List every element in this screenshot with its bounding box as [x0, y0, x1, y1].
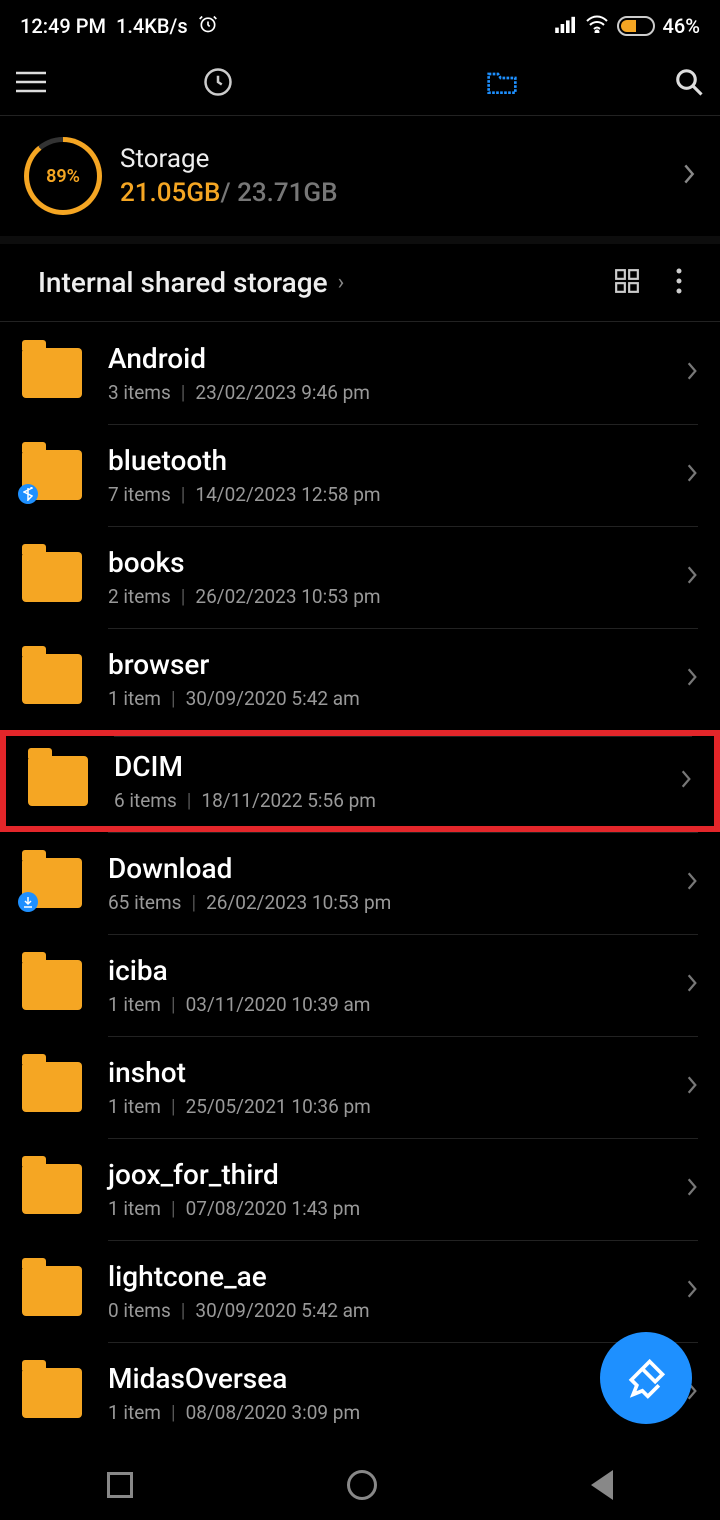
- chevron-right-icon: [686, 973, 698, 997]
- folder-item-count: 1 item: [108, 993, 161, 1016]
- nav-recent-button[interactable]: [107, 1472, 133, 1498]
- search-icon[interactable]: [674, 67, 704, 101]
- folder-icon: [22, 450, 82, 500]
- folder-date: 26/02/2023 10:53 pm: [195, 585, 380, 608]
- folder-list: Android3 items|23/02/2023 9:46 pmbluetoo…: [0, 322, 720, 1444]
- folder-row[interactable]: joox_for_third1 item|07/08/2020 1:43 pm: [0, 1138, 720, 1240]
- chevron-right-icon: [686, 463, 698, 487]
- battery-icon: [617, 16, 655, 36]
- folder-date: 18/11/2022 5:56 pm: [201, 789, 376, 812]
- chevron-right-icon: [686, 1075, 698, 1099]
- chevron-right-icon: [686, 871, 698, 895]
- folder-date: 14/02/2023 12:58 pm: [195, 483, 380, 506]
- folder-row[interactable]: bluetooth7 items|14/02/2023 12:58 pm: [0, 424, 720, 526]
- folder-row[interactable]: DCIM6 items|18/11/2022 5:56 pm: [0, 730, 720, 832]
- chevron-right-icon: [682, 163, 696, 189]
- wifi-icon: [585, 14, 609, 38]
- storage-ring: 89%: [24, 137, 102, 215]
- folder-icon: [22, 552, 82, 602]
- folder-icon: [22, 654, 82, 704]
- folder-name: lightcone_ae: [108, 1260, 686, 1293]
- folder-icon: [28, 756, 88, 806]
- folder-name: bluetooth: [108, 444, 686, 477]
- alarm-icon: [198, 14, 218, 39]
- folder-name: inshot: [108, 1056, 686, 1089]
- chevron-right-icon: [686, 1177, 698, 1201]
- folder-icon: [22, 960, 82, 1010]
- folder-row[interactable]: browser1 item|30/09/2020 5:42 am: [0, 628, 720, 730]
- view-grid-icon[interactable]: [614, 268, 640, 298]
- nav-back-button[interactable]: [591, 1470, 613, 1500]
- folder-icon: [22, 1266, 82, 1316]
- folder-row[interactable]: books2 items|26/02/2023 10:53 pm: [0, 526, 720, 628]
- folder-name: books: [108, 546, 686, 579]
- chevron-right-icon: ›: [338, 270, 345, 295]
- clean-fab[interactable]: [600, 1332, 692, 1424]
- folder-item-count: 1 item: [108, 1197, 161, 1220]
- folder-icon: [22, 858, 82, 908]
- storage-used: 21.05GB: [120, 178, 220, 208]
- folder-icon: [22, 1368, 82, 1418]
- chevron-right-icon: [686, 1279, 698, 1303]
- folder-date: 08/08/2020 3:09 pm: [186, 1401, 361, 1424]
- breadcrumb-row: Internal shared storage ›: [0, 244, 720, 322]
- download-badge-icon: [18, 892, 38, 912]
- folder-row[interactable]: Download65 items|26/02/2023 10:53 pm: [0, 832, 720, 934]
- folder-date: 30/09/2020 5:42 am: [195, 1299, 369, 1322]
- folder-date: 03/11/2020 10:39 am: [186, 993, 371, 1016]
- storage-ring-pct: 89%: [29, 142, 97, 210]
- status-bar: 12:49 PM 1.4KB/s 46%: [0, 0, 720, 52]
- folder-date: 25/05/2021 10:36 pm: [186, 1095, 371, 1118]
- folder-name: iciba: [108, 954, 686, 987]
- folder-icon: [22, 348, 82, 398]
- storage-total: 23.71GB: [237, 178, 337, 208]
- signal-icon: [555, 14, 577, 38]
- chevron-right-icon: [686, 565, 698, 589]
- folder-row[interactable]: inshot1 item|25/05/2021 10:36 pm: [0, 1036, 720, 1138]
- more-icon[interactable]: [676, 268, 682, 298]
- folder-name: DCIM: [114, 750, 680, 783]
- folder-date: 23/02/2023 9:46 pm: [195, 381, 370, 404]
- folder-item-count: 0 items: [108, 1299, 171, 1322]
- breadcrumb[interactable]: Internal shared storage: [38, 266, 328, 299]
- folder-item-count: 1 item: [108, 1095, 161, 1118]
- storage-label: Storage: [120, 144, 338, 174]
- folder-item-count: 1 item: [108, 1401, 161, 1424]
- status-net-speed: 1.4KB/s: [116, 14, 188, 38]
- folder-name: Android: [108, 342, 686, 375]
- menu-icon[interactable]: [16, 70, 46, 98]
- folder-row[interactable]: Android3 items|23/02/2023 9:46 pm: [0, 322, 720, 424]
- bluetooth-badge-icon: [18, 484, 38, 504]
- folder-date: 07/08/2020 1:43 pm: [186, 1197, 361, 1220]
- tab-recent[interactable]: [203, 67, 233, 101]
- tab-files[interactable]: [486, 68, 518, 100]
- folder-date: 30/09/2020 5:42 am: [186, 687, 360, 710]
- folder-date: 26/02/2023 10:53 pm: [206, 891, 391, 914]
- chevron-right-icon: [680, 769, 692, 793]
- status-time: 12:49 PM: [20, 14, 106, 38]
- folder-item-count: 7 items: [108, 483, 171, 506]
- android-nav-bar: [0, 1450, 720, 1520]
- folder-name: Download: [108, 852, 686, 885]
- folder-name: joox_for_third: [108, 1158, 686, 1191]
- folder-item-count: 6 items: [114, 789, 177, 812]
- folder-item-count: 2 items: [108, 585, 171, 608]
- folder-item-count: 3 items: [108, 381, 171, 404]
- folder-item-count: 65 items: [108, 891, 181, 914]
- nav-home-button[interactable]: [347, 1470, 377, 1500]
- chevron-right-icon: [686, 361, 698, 385]
- folder-icon: [22, 1062, 82, 1112]
- folder-row[interactable]: iciba1 item|03/11/2020 10:39 am: [0, 934, 720, 1036]
- folder-row[interactable]: lightcone_ae0 items|30/09/2020 5:42 am: [0, 1240, 720, 1342]
- folder-item-count: 1 item: [108, 687, 161, 710]
- top-tab-bar: [0, 52, 720, 116]
- folder-name: browser: [108, 648, 686, 681]
- battery-pct: 46%: [663, 14, 700, 38]
- storage-summary[interactable]: 89% Storage 21.05GB/ 23.71GB: [0, 116, 720, 244]
- chevron-right-icon: [686, 667, 698, 691]
- folder-icon: [22, 1164, 82, 1214]
